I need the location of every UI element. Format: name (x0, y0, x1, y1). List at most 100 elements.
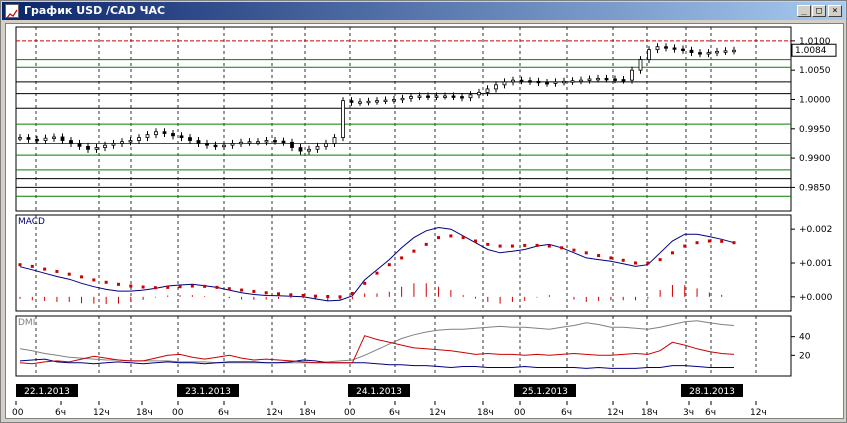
macd-signal-point (104, 280, 108, 284)
macd-signal-point (584, 251, 588, 255)
panel-frame-0 (15, 26, 792, 212)
date-label: 24.1.2013 (356, 387, 402, 397)
candle-body (213, 144, 218, 148)
macd-signal-point (350, 291, 354, 295)
candle-body (307, 148, 311, 152)
macd-signal-point (634, 261, 638, 265)
time-tick-label: 12ч (266, 408, 283, 418)
candle-body (698, 52, 702, 55)
macd-signal-point (67, 272, 71, 276)
candle-body (205, 143, 209, 146)
candle-body (247, 141, 252, 144)
candle-body (60, 136, 65, 141)
macd-signal-point (313, 294, 317, 298)
date-label: 22.1.2013 (24, 387, 70, 397)
macd-signal-point (597, 254, 601, 258)
candle-body (587, 78, 592, 81)
chart-area[interactable]: 1.0100 1.0050 1.0000 0.9950 0.9900 0.9850 1.00… (5, 23, 844, 419)
time-tick-label: 00 (12, 408, 24, 418)
close-button[interactable]: × (828, 5, 842, 17)
macd-signal-point (141, 285, 145, 289)
macd-signal-point (609, 256, 613, 260)
date-label: 28.1.2013 (689, 387, 735, 397)
macd-signal-point (289, 293, 293, 297)
candle-body (179, 135, 184, 138)
candle-body (230, 143, 235, 146)
macd-signal-point (301, 293, 305, 297)
time-tick-label: 12ч (750, 408, 767, 418)
chart-icon (5, 4, 19, 19)
candle-body (264, 140, 269, 143)
candle-body (630, 69, 634, 81)
macd-signal-point (400, 256, 404, 260)
macd-signal-point (264, 291, 268, 295)
chart-canvas[interactable]: 1.01001.00501.00000.99500.99000.98501.00… (6, 24, 843, 418)
candle-body (18, 137, 22, 140)
time-tick-label: 12ч (429, 408, 446, 418)
macd-signal-point (227, 287, 231, 291)
minimize-button[interactable]: _ (797, 5, 811, 17)
candle-body (111, 143, 116, 146)
candle-body (103, 144, 107, 148)
candle-body (239, 141, 243, 145)
candle-body (485, 88, 490, 93)
dmi-tick-label: 40 (799, 333, 811, 343)
candle-body (358, 101, 362, 104)
candle-body (43, 137, 48, 141)
macd-signal-point (572, 248, 576, 252)
time-tick-label: 6ч (218, 408, 229, 418)
candle-body (222, 144, 226, 148)
candle-body (451, 95, 456, 98)
candle-body (69, 140, 73, 144)
candle-body (715, 51, 719, 54)
dmi-tick-label: 20 (799, 351, 811, 361)
price-tick-label: 0.9900 (799, 154, 831, 164)
macd-signal-point (437, 236, 441, 240)
candle-body (502, 81, 507, 86)
macd-signal-point (387, 263, 391, 267)
candle-body (613, 78, 617, 81)
macd-signal-point (720, 239, 724, 243)
macd-signal-point (129, 284, 133, 288)
candle-body (145, 134, 150, 138)
time-tick-label: 6ч (705, 408, 716, 418)
macd-signal-point (695, 241, 699, 245)
candle-body (137, 137, 141, 141)
candle-body (290, 141, 294, 148)
candle-body (494, 84, 498, 90)
candle-body (511, 79, 515, 83)
macd-signal-point (375, 271, 379, 275)
candle-body (52, 136, 56, 139)
candle-body (375, 100, 379, 103)
macd-tick-label: +0.001 (799, 259, 832, 269)
candle-body (672, 47, 677, 50)
candle-body (477, 92, 481, 96)
candle-body (621, 79, 626, 82)
candle-body (409, 96, 413, 99)
chart-window: График USD /CAD ЧАС _ □ × 1.0100 1.0050 1.… (0, 0, 847, 423)
macd-signal-point (55, 269, 59, 273)
maximize-button[interactable]: □ (812, 5, 826, 17)
window-title: График USD /CAD ЧАС (24, 4, 166, 17)
candle-body (732, 49, 736, 53)
macd-signal-point (412, 249, 416, 253)
time-tick-label: 00 (344, 408, 356, 418)
candle-body (536, 80, 541, 84)
title-bar[interactable]: График USD /CAD ЧАС _ □ × (2, 2, 845, 20)
time-tick-label: 6ч (389, 408, 400, 418)
macd-signal-point (363, 281, 367, 285)
candle-body (324, 143, 328, 147)
candle-body (383, 99, 388, 102)
candle-body (26, 137, 31, 140)
time-tick-label: 6ч (55, 408, 66, 418)
candle-body (77, 143, 82, 147)
macd-signal-point (473, 239, 477, 243)
candle-body (723, 50, 728, 53)
macd-signal-point (547, 244, 551, 248)
macd-signal-point (277, 292, 281, 296)
candle-body (171, 133, 175, 137)
time-tick-label: 00 (172, 408, 184, 418)
macd-signal-point (646, 261, 650, 265)
price-tick-label: 1.0050 (799, 66, 831, 76)
candle-body (570, 80, 575, 83)
